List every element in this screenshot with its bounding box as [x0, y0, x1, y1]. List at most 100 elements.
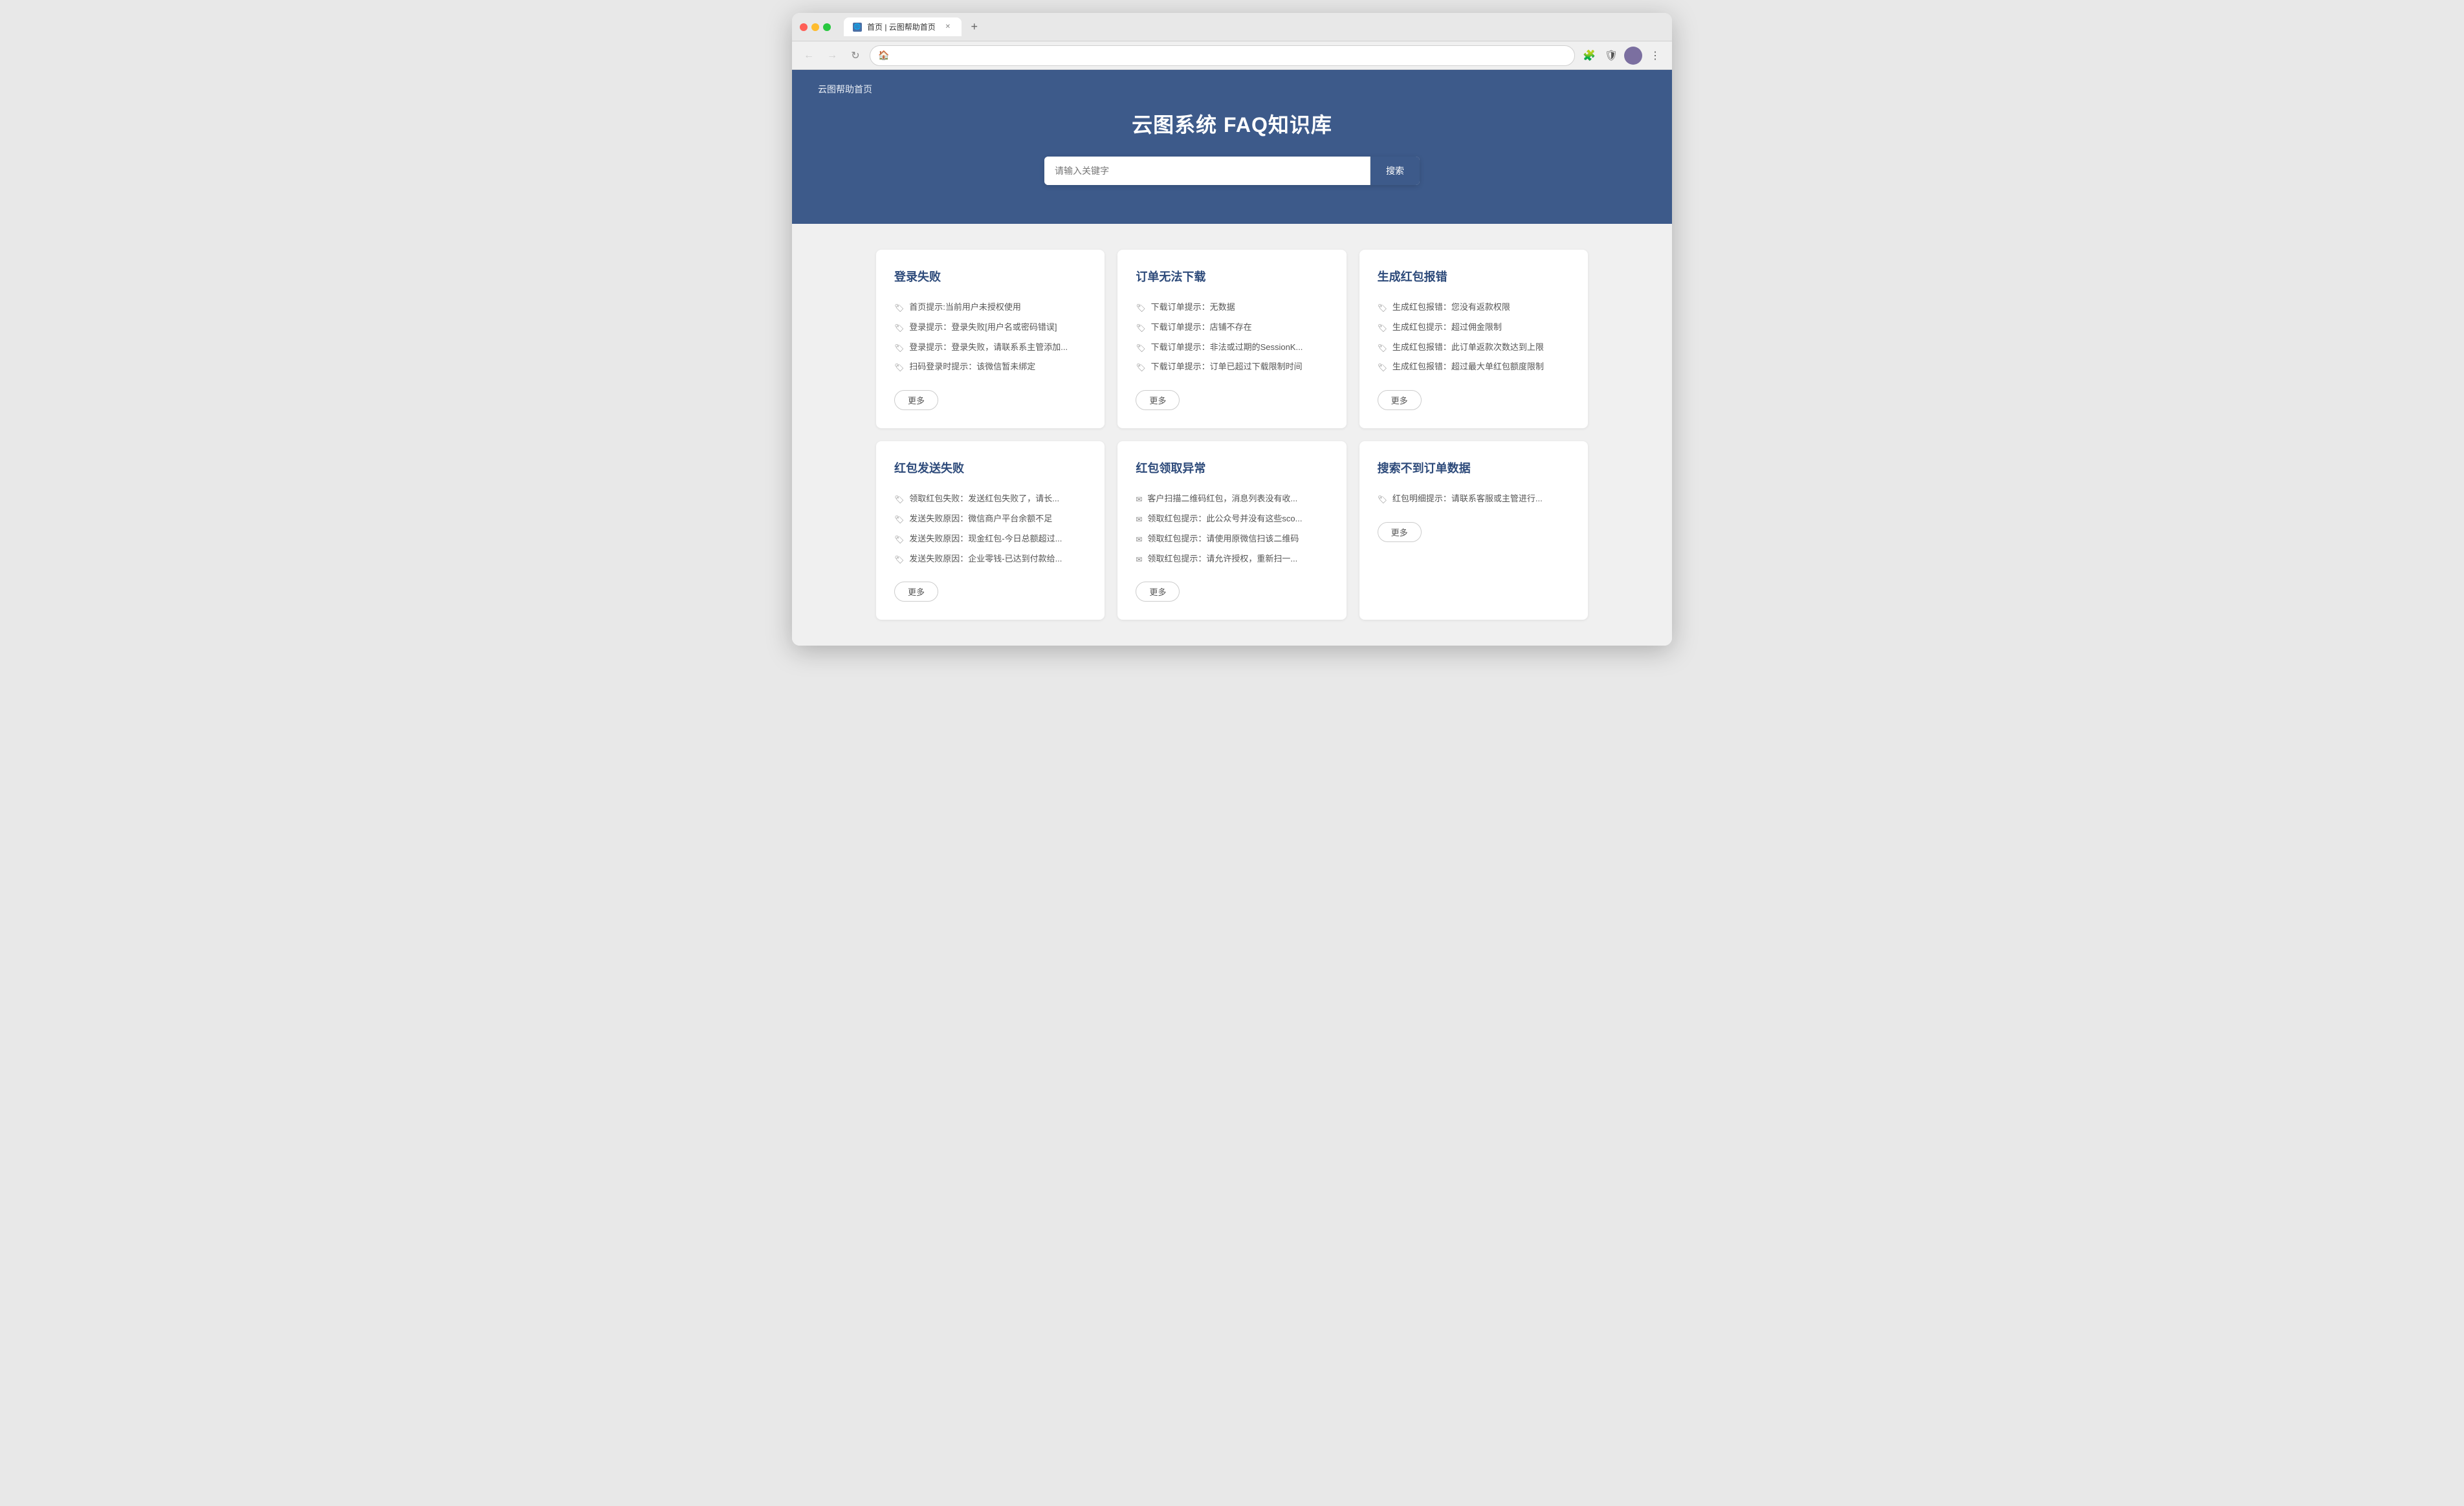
- tag-icon: 🏷: [1136, 343, 1145, 354]
- list-item[interactable]: 🏷下载订单提示：无数据: [1136, 298, 1328, 318]
- search-bar: 搜索: [1044, 157, 1420, 185]
- search-input[interactable]: [1044, 157, 1370, 185]
- category-items-list: 🏷首页提示:当前用户未授权使用🏷登录提示：登录失败[用户名或密码错误]🏷登录提示…: [894, 298, 1086, 377]
- category-title: 生成红包报错: [1378, 268, 1570, 285]
- item-label: 下载订单提示：店铺不存在: [1151, 322, 1252, 333]
- tab-favicon: 🌐: [853, 23, 862, 32]
- more-button[interactable]: 更多: [1136, 582, 1180, 602]
- tag-icon: 🏷: [1136, 362, 1145, 373]
- item-label: 生成红包报错：此订单返款次数达到上限: [1392, 342, 1544, 353]
- list-item[interactable]: ✉领取红包提示：请允许授权，重新扫一...: [1136, 549, 1328, 569]
- item-label: 登录提示：登录失败[用户名或密码错误]: [909, 322, 1057, 333]
- extensions-icon[interactable]: 🧩: [1580, 47, 1598, 65]
- tag-icon: 🏷: [894, 494, 904, 505]
- browser-titlebar: 🌐 首页 | 云图帮助首页 ✕ +: [792, 13, 1672, 41]
- list-item[interactable]: ✉领取红包提示：请使用原微信扫该二维码: [1136, 529, 1328, 549]
- category-title: 搜索不到订单数据: [1378, 459, 1570, 476]
- tag-icon: 🏷: [1378, 343, 1387, 354]
- item-label: 红包明细提示：请联系客服或主管进行...: [1392, 493, 1543, 505]
- tab-title: 首页 | 云图帮助首页: [867, 21, 936, 32]
- toolbar-actions: 🧩 🛡 ⋮: [1580, 47, 1664, 65]
- search-button[interactable]: 搜索: [1370, 157, 1420, 185]
- list-item[interactable]: 🏷 生成红包报错：您没有返款权限: [1378, 298, 1570, 318]
- tag-icon: 🏷: [1378, 494, 1387, 505]
- more-button[interactable]: 更多: [1136, 390, 1180, 410]
- list-item[interactable]: 🏷 生成红包报错：此订单返款次数达到上限: [1378, 338, 1570, 358]
- search-section: 搜索: [792, 157, 1672, 185]
- item-label: 下载订单提示：订单已超过下载限制时间: [1151, 361, 1303, 373]
- item-label: 生成红包报错：您没有返款权限: [1392, 301, 1510, 313]
- item-label: 生成红包提示：超过佣金限制: [1392, 322, 1502, 333]
- back-button[interactable]: ←: [800, 47, 818, 65]
- menu-icon[interactable]: ⋮: [1646, 47, 1664, 65]
- minimize-button[interactable]: [811, 23, 819, 31]
- tag-icon: 🏷: [1378, 303, 1387, 314]
- list-item[interactable]: 🏷扫码登录时提示：该微信暂未绑定: [894, 357, 1086, 377]
- category-title: 红包领取异常: [1136, 459, 1328, 476]
- new-tab-button[interactable]: +: [967, 19, 982, 35]
- item-label: 扫码登录时提示：该微信暂未绑定: [909, 361, 1035, 373]
- list-item[interactable]: 🏷下载订单提示：店铺不存在: [1136, 318, 1328, 338]
- list-item[interactable]: 🏷生成红包报错：超过最大单红包额度限制: [1378, 357, 1570, 377]
- category-items-list: 🏷下载订单提示：无数据🏷下载订单提示：店铺不存在🏷下载订单提示：非法或过期的Se…: [1136, 298, 1328, 377]
- category-card-redpacket-receive-error: 红包领取异常 ✉客户扫描二维码红包，消息列表没有收...✉领取红包提示：此公众号并…: [1117, 441, 1346, 620]
- tag-icon: 🏷: [894, 343, 904, 354]
- list-item[interactable]: 🏷下载订单提示：非法或过期的SessionK...: [1136, 338, 1328, 358]
- category-card-redpacket-error: 生成红包报错🏷生成红包报错：您没有返款权限🏷生成红包提示：超过佣金限制🏷生成红包…: [1359, 250, 1588, 428]
- more-button[interactable]: 更多: [894, 390, 938, 410]
- mail-icon: ✉: [1136, 514, 1142, 525]
- list-item[interactable]: 🏷 下载订单提示：订单已超过下载限制时间: [1136, 357, 1328, 377]
- tag-icon: 🏷: [1378, 323, 1387, 334]
- list-item[interactable]: 🏷 发送失败原因：微信商户平台余额不足: [894, 509, 1086, 529]
- tag-icon: 🏷: [894, 514, 904, 525]
- profile-avatar[interactable]: [1624, 47, 1642, 65]
- mail-icon: ✉: [1136, 554, 1142, 565]
- browser-window: 🌐 首页 | 云图帮助首页 ✕ + ← → ↻ 🏠 🧩 🛡 ⋮ 云图帮助首页: [792, 13, 1672, 646]
- address-bar[interactable]: 🏠: [870, 45, 1575, 66]
- active-tab[interactable]: 🌐 首页 | 云图帮助首页 ✕: [844, 17, 962, 36]
- home-icon: 🏠: [878, 50, 889, 61]
- categories-section: 登录失败🏷首页提示:当前用户未授权使用🏷登录提示：登录失败[用户名或密码错误]🏷…: [792, 224, 1672, 646]
- item-label: 登录提示：登录失败，请联系系主管添加...: [909, 342, 1068, 353]
- category-items-list: 🏷 红包明细提示：请联系客服或主管进行...: [1378, 489, 1570, 509]
- item-label: 领取红包提示：请使用原微信扫该二维码: [1147, 533, 1299, 545]
- category-card-order-search-fail: 搜索不到订单数据 🏷 红包明细提示：请联系客服或主管进行... 更多: [1359, 441, 1588, 620]
- list-item[interactable]: 🏷 登录提示：登录失败，请联系系主管添加...: [894, 338, 1086, 358]
- page-content: 云图帮助首页 云图系统 FAQ知识库 搜索 登录失败🏷首页提示:当前用户未授权使…: [792, 70, 1672, 646]
- list-item[interactable]: 🏷 生成红包提示：超过佣金限制: [1378, 318, 1570, 338]
- maximize-button[interactable]: [823, 23, 831, 31]
- category-items-list: 🏷领取红包失败：发送红包失败了，请长...🏷发送失败原因：微信商户平台余额不足🏷…: [894, 489, 1086, 569]
- list-item[interactable]: ✉客户扫描二维码红包，消息列表没有收...: [1136, 489, 1328, 509]
- list-item[interactable]: 🏷 发送失败原因：企业零钱-已达到付款给...: [894, 549, 1086, 569]
- tab-close-button[interactable]: ✕: [943, 23, 952, 32]
- category-card-order-download: 订单无法下载🏷下载订单提示：无数据🏷下载订单提示：店铺不存在🏷下载订单提示：非法…: [1117, 250, 1346, 428]
- item-label: 发送失败原因：微信商户平台余额不足: [909, 513, 1052, 525]
- category-title: 登录失败: [894, 268, 1086, 285]
- list-item[interactable]: 🏷 红包明细提示：请联系客服或主管进行...: [1378, 489, 1570, 509]
- more-button[interactable]: 更多: [1378, 390, 1422, 410]
- list-item[interactable]: 🏷首页提示:当前用户未授权使用: [894, 298, 1086, 318]
- forward-button[interactable]: →: [823, 47, 841, 65]
- shield-icon[interactable]: 🛡: [1602, 47, 1620, 65]
- tag-icon: 🏷: [894, 323, 904, 334]
- category-card-login-failure: 登录失败🏷首页提示:当前用户未授权使用🏷登录提示：登录失败[用户名或密码错误]🏷…: [876, 250, 1105, 428]
- refresh-button[interactable]: ↻: [846, 47, 864, 65]
- close-button[interactable]: [800, 23, 808, 31]
- address-input[interactable]: [894, 50, 1567, 60]
- category-card-redpacket-send-fail: 红包发送失败🏷领取红包失败：发送红包失败了，请长...🏷发送失败原因：微信商户平…: [876, 441, 1105, 620]
- item-label: 发送失败原因：企业零钱-已达到付款给...: [909, 553, 1062, 565]
- browser-toolbar: ← → ↻ 🏠 🧩 🛡 ⋮: [792, 41, 1672, 70]
- categories-grid: 登录失败🏷首页提示:当前用户未授权使用🏷登录提示：登录失败[用户名或密码错误]🏷…: [876, 250, 1588, 620]
- item-label: 发送失败原因：现金红包-今日总额超过...: [909, 533, 1062, 545]
- list-item[interactable]: 🏷发送失败原因：现金红包-今日总额超过...: [894, 529, 1086, 549]
- tag-icon: 🏷: [894, 303, 904, 314]
- page-title: 云图系统 FAQ知识库: [792, 109, 1672, 138]
- list-item[interactable]: 🏷 领取红包失败：发送红包失败了，请长...: [894, 489, 1086, 509]
- list-item[interactable]: 🏷 登录提示：登录失败[用户名或密码错误]: [894, 318, 1086, 338]
- category-items-list: ✉客户扫描二维码红包，消息列表没有收...✉领取红包提示：此公众号并没有这些sc…: [1136, 489, 1328, 569]
- tag-icon: 🏷: [894, 554, 904, 565]
- more-button[interactable]: 更多: [894, 582, 938, 602]
- item-label: 领取红包失败：发送红包失败了，请长...: [909, 493, 1059, 505]
- more-button[interactable]: 更多: [1378, 522, 1422, 542]
- list-item[interactable]: ✉领取红包提示：此公众号并没有这些sco...: [1136, 509, 1328, 529]
